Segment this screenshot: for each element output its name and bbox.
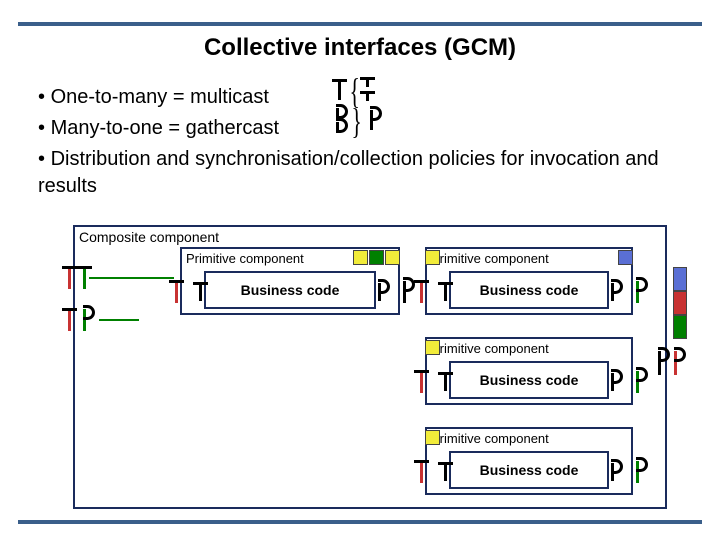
client-port-icon (378, 283, 381, 301)
client-port-icon (611, 373, 614, 391)
port-icon (366, 92, 369, 101)
client-port-icon (658, 351, 661, 375)
port-icon (366, 78, 369, 87)
control-port-icon (385, 250, 400, 265)
primitive-label: Primitive component (431, 251, 549, 266)
server-port-icon (199, 283, 202, 301)
port-icon (336, 108, 339, 117)
server-port-icon (68, 309, 71, 331)
server-port-icon (420, 371, 423, 393)
bullet-item: One-to-many = multicast (38, 84, 700, 111)
slide-title: Collective interfaces (GCM) (0, 34, 720, 62)
control-port-icon (353, 250, 368, 265)
server-port-icon (68, 267, 71, 289)
primitive-component: Primitive component Business code (180, 247, 400, 315)
client-port-icon (636, 281, 639, 303)
client-port-icon (403, 281, 406, 303)
server-port-icon (444, 463, 447, 481)
business-code: Business code (449, 361, 609, 399)
port-icon (338, 80, 341, 100)
business-code: Business code (449, 271, 609, 309)
server-port-icon (420, 281, 423, 303)
server-port-icon (175, 281, 178, 303)
brace-icon: } (351, 100, 361, 142)
primitive-label: Primitive component (431, 341, 549, 356)
business-code: Business code (204, 271, 376, 309)
primitive-label: Primitive component (431, 431, 549, 446)
business-code: Business code (449, 451, 609, 489)
port-icon (370, 110, 373, 130)
server-port-icon (420, 461, 423, 483)
bottom-rule (18, 520, 702, 524)
diagram: Composite component Primitive component … (55, 225, 665, 510)
control-port-icon (425, 430, 440, 445)
primitive-label: Primitive component (186, 251, 304, 266)
bullet-item: Many-to-one = gathercast (38, 115, 700, 142)
control-port-icon (618, 250, 633, 265)
control-port-icon (425, 250, 440, 265)
composite-label: Composite component (79, 229, 219, 245)
connector-line (89, 277, 174, 279)
port-icon (336, 122, 339, 131)
primitive-component: Primitive component Business code (425, 247, 633, 315)
client-port-icon (611, 283, 614, 301)
primitive-component: Primitive component Business code (425, 427, 633, 495)
client-port-icon (674, 351, 677, 375)
bullet-list: One-to-many = multicast Many-to-one = ga… (38, 80, 700, 204)
connector-line (99, 319, 139, 321)
primitive-component: Primitive component Business code (425, 337, 633, 405)
client-port-icon (636, 371, 639, 393)
client-port-icon (636, 461, 639, 483)
bullet-item: Distribution and synchronisation/collect… (38, 146, 700, 200)
control-port-icon (673, 267, 687, 291)
control-port-icon (673, 291, 687, 315)
client-port-icon (611, 463, 614, 481)
control-port-icon (673, 315, 687, 339)
control-port-icon (369, 250, 384, 265)
client-port-icon (83, 309, 86, 331)
server-port-icon (83, 267, 86, 289)
composite-component: Composite component Primitive component … (73, 225, 667, 509)
control-port-icon (425, 340, 440, 355)
slide: Collective interfaces (GCM) One-to-many … (0, 0, 720, 540)
top-rule (18, 22, 702, 26)
server-port-icon (444, 373, 447, 391)
server-port-icon (444, 283, 447, 301)
